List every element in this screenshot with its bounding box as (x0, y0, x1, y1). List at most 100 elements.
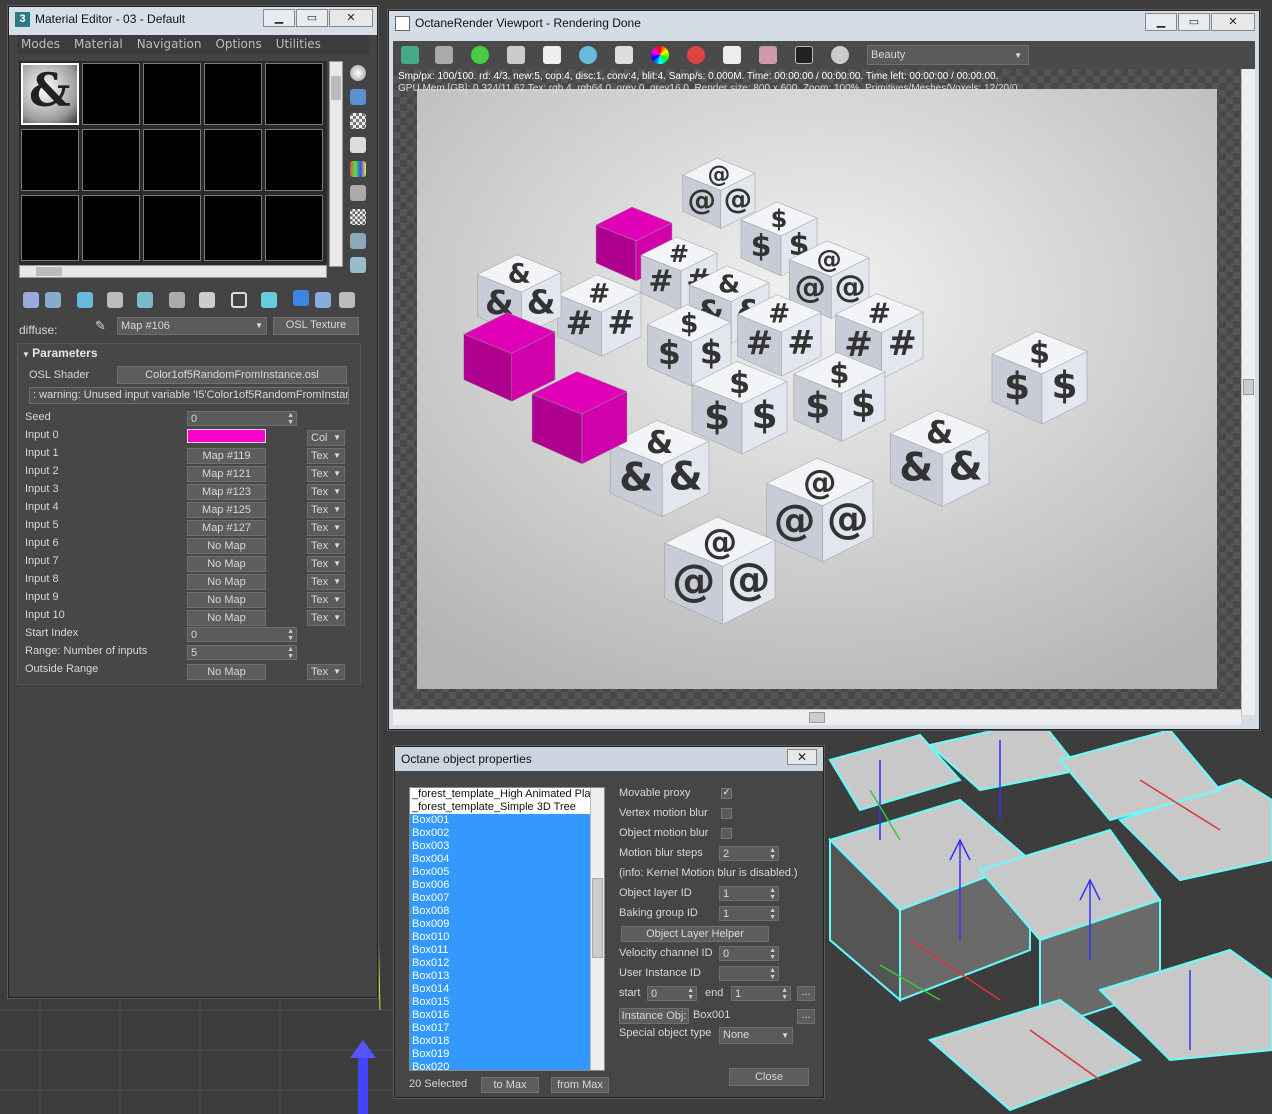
put-to-scene-icon[interactable] (45, 292, 61, 308)
lock-icon[interactable] (507, 46, 525, 64)
scroll-thumb[interactable] (809, 712, 825, 723)
start-spinner[interactable]: 0 ▲ ▼ (647, 986, 697, 1001)
pause-icon[interactable] (543, 46, 561, 64)
list-item[interactable]: Box020 (410, 1061, 592, 1070)
minimize-button[interactable]: ▁ (263, 9, 295, 27)
input0-type-dropdown[interactable]: Col ▼ (307, 430, 345, 446)
make-preview-icon[interactable] (350, 185, 366, 201)
spinner-arrows[interactable]: ▲ ▼ (769, 847, 776, 861)
sample-slot[interactable] (143, 129, 201, 191)
close-x-button[interactable]: ✕ (787, 749, 817, 765)
input-type-dropdown[interactable]: Tex ▼ (307, 556, 345, 572)
sample-slot[interactable] (82, 63, 140, 125)
sample-slot[interactable] (82, 129, 140, 191)
range-spinner[interactable]: 5 ▲ ▼ (187, 645, 297, 660)
delete-icon[interactable] (107, 292, 123, 308)
object-layer-id-spinner[interactable]: 1 ▲ ▼ (719, 886, 779, 901)
spinner-arrows[interactable]: ▲ ▼ (769, 907, 776, 921)
pick-material-icon[interactable] (339, 292, 355, 308)
input-map-button[interactable]: Map #127 (187, 520, 266, 536)
scroll-thumb[interactable] (36, 267, 62, 276)
user-instance-spinner[interactable]: ▲ ▼ (719, 966, 779, 981)
sample-slot[interactable] (204, 129, 262, 191)
sample-slot[interactable] (265, 129, 323, 191)
input-map-button[interactable]: No Map (187, 556, 266, 572)
list-item[interactable]: _forest_template_High Animated Plant (410, 788, 600, 801)
viewport-titlebar[interactable]: OctaneRender Viewport - Rendering Done ▁… (389, 11, 1259, 37)
input-map-button[interactable]: Map #125 (187, 502, 266, 518)
special-object-type-dropdown[interactable]: None ▼ (719, 1027, 793, 1044)
camera-icon[interactable] (795, 46, 813, 64)
outside-range-type-dropdown[interactable]: Tex ▼ (307, 664, 345, 680)
sample-slot[interactable] (143, 63, 201, 125)
region-render-icon[interactable] (723, 46, 741, 64)
object-motion-blur-checkbox[interactable] (721, 828, 732, 839)
sample-type-sphere-icon[interactable] (350, 65, 366, 81)
end-spinner[interactable]: 1 ▲ ▼ (731, 986, 791, 1001)
go-forward-sibling-icon[interactable] (315, 292, 331, 308)
instance-ellipsis-button[interactable]: ... (797, 1009, 815, 1024)
minimize-button[interactable]: ▁ (1145, 13, 1177, 31)
map-type-button[interactable]: OSL Texture (273, 317, 359, 335)
map-name-dropdown[interactable]: Map #106 ▼ (117, 317, 267, 335)
menu-material[interactable]: Material (74, 35, 123, 54)
spinner-arrows[interactable]: ▲ ▼ (781, 987, 788, 1001)
clay-mode-icon[interactable] (687, 46, 705, 64)
menu-navigation[interactable]: Navigation (137, 35, 202, 54)
slots-hscrollbar[interactable] (19, 265, 327, 278)
input-type-dropdown[interactable]: Tex ▼ (307, 538, 345, 554)
input-map-button[interactable]: Map #123 (187, 484, 266, 500)
uv-tiling-icon[interactable] (350, 137, 366, 153)
from-max-button[interactable]: from Max (551, 1077, 609, 1093)
list-item[interactable]: Box010 (410, 931, 592, 944)
sample-slot[interactable] (21, 129, 79, 191)
go-to-parent-icon[interactable] (293, 290, 309, 306)
input-map-button[interactable]: Map #121 (187, 466, 266, 482)
sample-slot[interactable] (143, 195, 201, 261)
render-pass-dropdown[interactable]: Beauty ▼ (867, 45, 1029, 65)
spinner-arrows[interactable]: ▲ ▼ (769, 947, 776, 961)
list-item[interactable]: Box006 (410, 879, 592, 892)
list-item[interactable]: Box017 (410, 1022, 592, 1035)
input-type-dropdown[interactable]: Tex ▼ (307, 484, 345, 500)
list-item[interactable]: Box012 (410, 957, 592, 970)
input-map-button[interactable]: No Map (187, 574, 266, 590)
list-item[interactable]: Box001 (410, 814, 592, 827)
slots-vscrollbar[interactable] (329, 61, 343, 267)
input-type-dropdown[interactable]: Tex ▼ (307, 502, 345, 518)
settings-gear-icon[interactable] (831, 46, 849, 64)
assign-to-selection-icon[interactable] (77, 292, 93, 308)
outside-range-map-button[interactable]: No Map (187, 664, 266, 680)
list-item[interactable]: _forest_template_Simple 3D Tree (410, 801, 592, 814)
input-type-dropdown[interactable]: Tex ▼ (307, 466, 345, 482)
load-render-icon[interactable] (401, 46, 419, 64)
scroll-thumb[interactable] (331, 76, 341, 100)
select-by-material-icon[interactable] (350, 233, 366, 249)
list-item[interactable]: Box013 (410, 970, 592, 983)
list-item[interactable]: Box019 (410, 1048, 592, 1061)
input-map-button[interactable]: No Map (187, 610, 266, 626)
sample-slot-active[interactable]: & (21, 63, 79, 125)
list-item[interactable]: Box008 (410, 905, 592, 918)
menu-options[interactable]: Options (215, 35, 261, 54)
range-ellipsis-button[interactable]: ... (797, 986, 815, 1001)
list-item[interactable]: Box002 (410, 827, 592, 840)
sample-slot[interactable] (265, 63, 323, 125)
menu-utilities[interactable]: Utilities (276, 35, 321, 54)
close-button[interactable]: Close (729, 1068, 809, 1086)
video-color-check-icon[interactable] (350, 161, 366, 177)
restart-render-icon[interactable] (471, 46, 489, 64)
osl-file-button[interactable]: Color1of5RandomFromInstance.osl (117, 366, 347, 384)
object-layer-helper-button[interactable]: Object Layer Helper (621, 926, 769, 942)
spinner-arrows[interactable]: ▲ ▼ (287, 628, 294, 642)
sample-slot[interactable] (204, 195, 262, 261)
spinner-arrows[interactable]: ▲ ▼ (287, 646, 294, 660)
viewport-vscrollbar[interactable] (1241, 69, 1255, 715)
input-map-button[interactable]: No Map (187, 538, 266, 554)
make-unique-icon[interactable] (137, 292, 153, 308)
maximize-button[interactable]: ▭ (296, 9, 328, 27)
film-region-icon[interactable] (759, 46, 777, 64)
sample-slot[interactable] (82, 195, 140, 261)
eyedropper-icon[interactable]: ✎ (95, 319, 106, 334)
list-vscrollbar[interactable] (590, 788, 604, 1070)
